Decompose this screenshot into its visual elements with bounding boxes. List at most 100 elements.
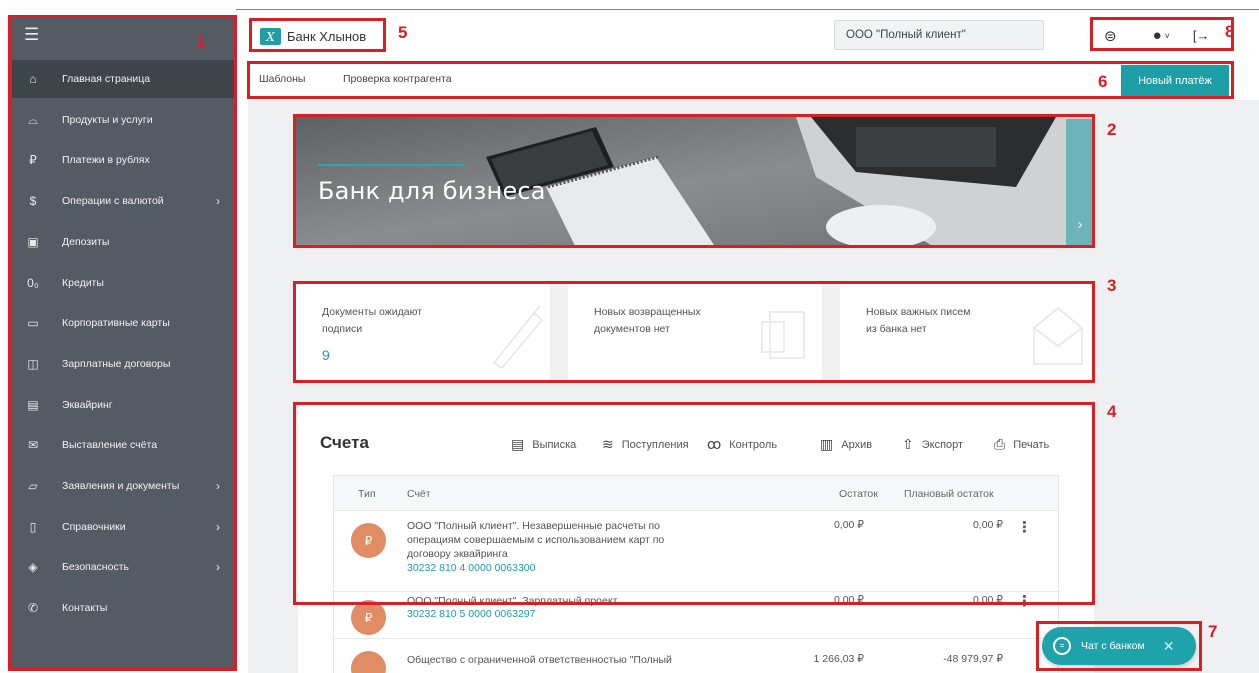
book-icon: ▯ bbox=[29, 519, 37, 534]
account-name: Общество с ограниченной ответственностью… bbox=[407, 654, 672, 666]
sidebar-item[interactable]: ▭ Корпоративные карты bbox=[12, 304, 234, 342]
more-vertical-icon[interactable]: ⋮ bbox=[1017, 518, 1032, 536]
chat-with-bank-button[interactable]: = Чат с банком ✕ bbox=[1042, 627, 1196, 665]
nav-templates-link[interactable]: Шаблоны bbox=[259, 73, 305, 85]
export-icon: ⇧ bbox=[902, 436, 914, 452]
ruble-icon: ₽ bbox=[29, 153, 37, 168]
account-planned-balance: 0,00 ₽ bbox=[972, 594, 1003, 606]
user-icon[interactable]: ● bbox=[1153, 27, 1162, 44]
sidebar-item[interactable]: $ Операции с валютой › bbox=[12, 182, 234, 220]
chevron-left-icon[interactable]: ‹ bbox=[1038, 214, 1043, 231]
archive-icon: ▥ bbox=[820, 436, 834, 452]
new-payment-button[interactable]: Новый платёж bbox=[1121, 65, 1229, 97]
chevron-right-icon: › bbox=[216, 479, 220, 493]
stat-card-returned-docs[interactable]: Новых возвращенных документов нет bbox=[568, 284, 822, 381]
annotation-number: 5 bbox=[398, 23, 408, 42]
chevron-right-icon: › bbox=[216, 560, 220, 575]
account-balance: 1 266,03 ₽ bbox=[813, 653, 864, 665]
annotation-number: 1 bbox=[196, 32, 206, 51]
nav-check-counterparty-link[interactable]: Проверка контрагента bbox=[343, 73, 452, 85]
annotation-number: 3 bbox=[1107, 276, 1117, 295]
card-icon: ▭ bbox=[27, 316, 39, 331]
table-row[interactable]: Общество с ограниченной ответственностью… bbox=[334, 639, 1058, 673]
ruble-badge-icon: ₽ bbox=[351, 523, 386, 558]
account-number-link[interactable]: 30232 810 4 0000 0063300 bbox=[407, 562, 535, 574]
stat-card-text: Новых возвращенных документов нет bbox=[594, 306, 701, 335]
sidebar-item-label: Кредиты bbox=[62, 276, 104, 289]
stat-card-pending-signature[interactable]: Документы ожидают подписи 9 bbox=[296, 284, 550, 381]
col-account: Счёт bbox=[407, 488, 431, 500]
col-planned-balance: Плановый остаток bbox=[904, 488, 994, 500]
sidebar-item-label: Зарплатные договоры bbox=[62, 357, 171, 370]
banner-title: Банк для бизнеса bbox=[318, 177, 546, 205]
sidebar-item[interactable]: ◈ Безопасность › bbox=[12, 548, 234, 586]
sidebar-item[interactable]: ▯ Справочники › bbox=[12, 508, 234, 546]
ruble-badge-icon bbox=[351, 651, 386, 673]
stat-card-text: Новых важных писем из банка нет bbox=[866, 306, 971, 335]
bank-name: Банк Хлынов bbox=[287, 29, 367, 44]
sidebar-item[interactable]: ▣ Депозиты bbox=[12, 223, 234, 261]
col-balance: Остаток bbox=[839, 488, 878, 500]
sidebar-item[interactable]: 0₀ Кредиты bbox=[12, 264, 234, 302]
chevron-down-icon[interactable]: ˅ bbox=[1165, 31, 1170, 41]
banner-next-button[interactable]: › bbox=[1066, 119, 1094, 246]
account-planned-balance: 0,00 ₽ bbox=[972, 519, 1003, 531]
sidebar-item-label: Продукты и услуги bbox=[62, 113, 153, 126]
export-button[interactable]: ⇧ Экспорт bbox=[902, 436, 963, 453]
annotation-number: 8 bbox=[1225, 22, 1235, 41]
banner-accent-line bbox=[318, 164, 466, 166]
sidebar-item[interactable]: ✉ Выставление счёта bbox=[12, 426, 234, 464]
shield-icon: ◈ bbox=[28, 560, 38, 575]
invoice-icon: ✉ bbox=[27, 438, 39, 453]
promo-banner[interactable]: Банк для бизнеса ‹ › bbox=[296, 117, 1094, 248]
sidebar-item[interactable]: ₽ Платежи в рублях bbox=[12, 141, 234, 179]
close-icon[interactable]: ✕ bbox=[1163, 638, 1175, 655]
chat-icon[interactable]: ⊜ bbox=[1104, 27, 1117, 45]
print-button[interactable]: ⎙ Печать bbox=[994, 436, 1049, 453]
chevron-right-icon: › bbox=[216, 194, 220, 209]
bank-logo[interactable]: X Банк Хлынов bbox=[254, 22, 386, 51]
table-row[interactable]: ₽ ООО "Полный клиент". Незавершенные рас… bbox=[334, 511, 1058, 592]
sidebar-item[interactable]: ▤ Эквайринг bbox=[12, 386, 234, 424]
account-balance: 0,00 ₽ bbox=[833, 594, 864, 606]
sidebar-item-label: Эквайринг bbox=[62, 398, 113, 411]
annotation-number: 7 bbox=[1208, 622, 1218, 641]
control-button[interactable]: ꝏ Контроль bbox=[707, 436, 777, 453]
archive-button[interactable]: ▥ Архив bbox=[820, 436, 872, 453]
sidebar-item-label: Справочники bbox=[62, 520, 126, 533]
account-name: ООО "Полный клиент". Зарплатный проект bbox=[407, 595, 618, 607]
folder-icon: ▱ bbox=[28, 479, 38, 493]
sidebar-item[interactable]: ◫ Зарплатные договоры bbox=[12, 345, 234, 383]
logout-icon[interactable]: [→ bbox=[1193, 28, 1210, 43]
sidebar-item[interactable]: ▱ Заявления и документы › bbox=[12, 467, 234, 505]
table-row[interactable]: ₽ ООО "Полный клиент". Зарплатный проект… bbox=[334, 592, 1058, 639]
phone-icon: ✆ bbox=[27, 601, 39, 616]
more-vertical-icon[interactable]: ⋮ bbox=[1017, 592, 1032, 610]
account-number-link[interactable]: 30232 810 5 0000 0063297 bbox=[407, 608, 535, 620]
sidebar-item-label: Операции с валютой bbox=[62, 195, 164, 208]
sidebar-item-label: Депозиты bbox=[62, 235, 110, 248]
sidebar-item-label: Платежи в рублях bbox=[62, 154, 150, 167]
print-icon: ⎙ bbox=[994, 436, 1006, 452]
sidebar-item[interactable]: ⌓ Продукты и услуги bbox=[12, 101, 234, 139]
sidebar-item[interactable]: ✆ Контакты bbox=[12, 589, 234, 627]
chat-label: Чат с банком bbox=[1081, 640, 1145, 652]
sidebar: ☰ ⌂ Главная страница ⌓ Продукты и услуги ₽ Пл… bbox=[10, 15, 236, 670]
account-planned-balance: -48 979,97 ₽ bbox=[943, 653, 1003, 665]
account-balance: 0,00 ₽ bbox=[833, 519, 864, 531]
annotation-number: 2 bbox=[1107, 120, 1117, 139]
sidebar-item-label: Безопасность bbox=[62, 561, 129, 574]
client-select[interactable]: ООО "Полный клиент" bbox=[834, 20, 1044, 50]
chevron-right-icon: › bbox=[1077, 216, 1083, 233]
stat-card-important-letters[interactable]: Новых важных писем из банка нет bbox=[840, 284, 1094, 381]
client-name: ООО "Полный клиент" bbox=[846, 29, 966, 41]
incoming-button[interactable]: ≋ Поступления bbox=[602, 436, 689, 453]
dollar-icon: $ bbox=[29, 194, 37, 209]
statement-button[interactable]: ▤ Выписка bbox=[511, 436, 576, 453]
hamburger-icon[interactable]: ☰ bbox=[24, 25, 39, 45]
pen-icon bbox=[492, 305, 544, 368]
stat-card-count[interactable]: 9 bbox=[322, 347, 330, 363]
sidebar-item[interactable]: ⌂ Главная страница bbox=[12, 60, 234, 98]
binoculars-icon: ꝏ bbox=[707, 436, 722, 452]
header-actions: ⊜ ● ˅ [→ bbox=[1096, 22, 1228, 49]
